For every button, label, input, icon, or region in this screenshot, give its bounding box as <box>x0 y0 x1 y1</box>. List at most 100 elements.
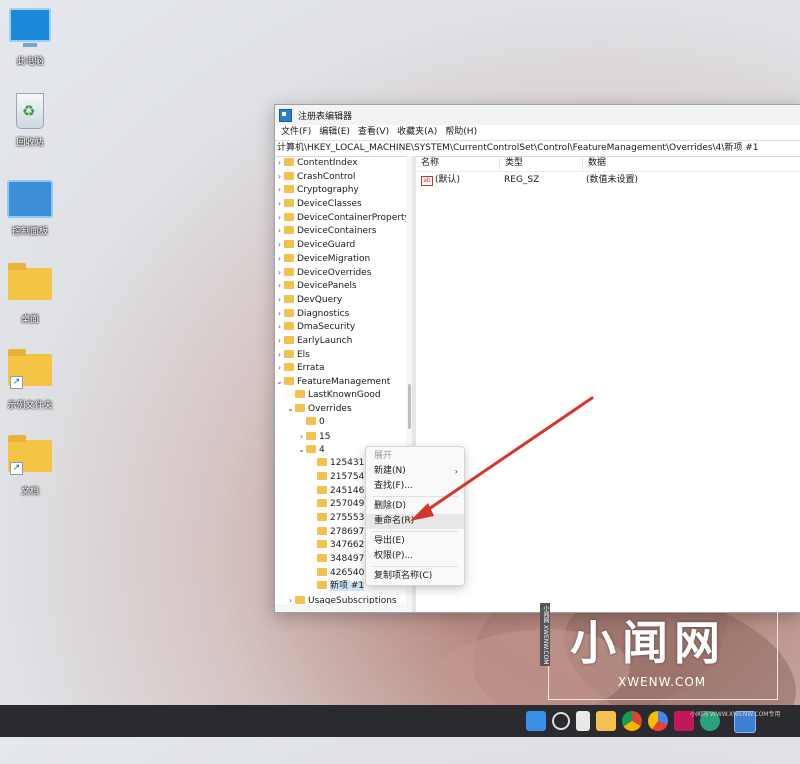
column-header-data[interactable]: 数据 <box>583 156 778 171</box>
menu-separator <box>372 496 458 497</box>
menu-favorites[interactable]: 收藏夹(A) <box>393 125 441 140</box>
recycle-bin-icon <box>16 93 44 129</box>
tree-item[interactable]: › 15 <box>275 430 412 444</box>
context-menu-item[interactable]: 导出(E) <box>366 534 464 549</box>
tree-item[interactable]: › DeviceGuard <box>275 238 412 252</box>
tree-item[interactable]: › DmaSecurity <box>275 320 412 334</box>
tree-horizontal-scrollbar[interactable] <box>275 604 405 612</box>
tree-item-label: 4 <box>319 445 325 456</box>
folder-shortcut-icon: ↗ <box>8 435 52 475</box>
chrome-icon[interactable] <box>622 711 642 731</box>
chevron-right-icon[interactable]: › <box>275 320 284 334</box>
menu-separator <box>372 566 458 567</box>
tree-item-label: 新项 #1 <box>330 581 365 592</box>
desktop-icon-desktop-folder[interactable]: 桌面 <box>2 262 58 325</box>
desktop-icon-label: 文档 <box>20 487 39 497</box>
chevron-down-icon[interactable]: ⌄ <box>286 402 295 416</box>
tree-item[interactable]: › DevicePanels <box>275 279 412 293</box>
desktop-icon-documents[interactable]: ↗ 文档 <box>2 434 58 497</box>
tree-item[interactable]: › DevQuery <box>275 293 412 307</box>
chevron-right-icon[interactable]: › <box>275 252 284 266</box>
tree-item-label: Errata <box>297 363 325 374</box>
taskview-icon[interactable] <box>576 711 590 731</box>
search-icon[interactable] <box>552 712 570 730</box>
tree-item[interactable]: › DeviceOverrides <box>275 266 412 280</box>
context-menu-item[interactable]: 删除(D) <box>366 499 464 514</box>
browser-icon[interactable] <box>648 711 668 731</box>
registry-editor-window: 注册表编辑器 文件(F) 编辑(E) 查看(V) 收藏夹(A) 帮助(H) 计算… <box>274 104 800 613</box>
menu-view[interactable]: 查看(V) <box>354 125 393 140</box>
tree-item[interactable]: ⌄ FeatureManagement <box>275 375 412 389</box>
tree-item[interactable]: ›DeviceContainerPropertyUpda <box>275 211 412 225</box>
tree-item[interactable]: › Diagnostics <box>275 307 412 321</box>
scrollbar-thumb[interactable] <box>408 384 411 429</box>
start-icon[interactable] <box>526 711 546 731</box>
tree-item-label: DevicePanels <box>297 281 357 292</box>
tree-item[interactable]: › ContentIndex <box>275 156 412 170</box>
tree-item[interactable]: › DeviceMigration <box>275 252 412 266</box>
chevron-right-icon[interactable]: › <box>275 156 284 170</box>
chevron-right-icon[interactable]: › <box>297 430 306 444</box>
value-list: 名称 类型 数据 ab (默认) REG_SZ (数值未设置) <box>416 156 800 612</box>
tree-item[interactable]: ⌄ Overrides <box>275 402 412 416</box>
folder-icon <box>317 567 327 576</box>
folder-icon <box>317 512 327 521</box>
context-menu-item[interactable]: 权限(P)... <box>366 549 464 564</box>
tree-item-label: DeviceMigration <box>297 253 371 264</box>
tree-item[interactable]: › EarlyLaunch <box>275 334 412 348</box>
chevron-right-icon: › <box>454 467 458 476</box>
tree-item[interactable]: › Cryptography <box>275 183 412 197</box>
context-menu-item[interactable]: 新建(N) › <box>366 464 464 479</box>
tree-item-label: Overrides <box>308 404 352 415</box>
chevron-right-icon[interactable]: › <box>275 170 284 184</box>
value-row[interactable]: ab (默认) REG_SZ (数值未设置) <box>416 173 800 187</box>
tree-item[interactable]: › CrashControl <box>275 170 412 184</box>
column-header-name[interactable]: 名称 <box>416 156 500 171</box>
desktop-icon-sample-folder[interactable]: ↗ 示例文件夹 <box>2 348 58 411</box>
chevron-right-icon[interactable]: › <box>275 211 284 225</box>
tree-item-label: 347662 <box>330 540 365 551</box>
folder-icon <box>284 171 294 180</box>
desktop-icon-this-pc[interactable]: 此电脑 <box>2 8 58 67</box>
desktop-icon-control-panel[interactable]: 控制面板 <box>2 180 58 237</box>
tree-item[interactable]: › Els <box>275 348 412 362</box>
folder-icon <box>317 581 327 590</box>
watermark-side-text: 小闻网 XWENW.COM <box>540 603 550 667</box>
tree-item-label: ContentIndex <box>297 158 358 168</box>
menu-help[interactable]: 帮助(H) <box>441 125 481 140</box>
chevron-right-icon[interactable]: › <box>275 348 284 362</box>
menu-file[interactable]: 文件(F) <box>277 125 315 140</box>
folder-icon <box>284 212 294 221</box>
chevron-right-icon[interactable]: › <box>275 224 284 238</box>
context-menu-item[interactable]: 复制项名称(C) <box>366 569 464 584</box>
tree-item[interactable]: › DeviceClasses <box>275 197 412 211</box>
tree-item[interactable]: LastKnownGood <box>275 389 412 403</box>
title-bar[interactable]: 注册表编辑器 <box>275 105 800 125</box>
folder-icon <box>306 417 316 426</box>
chevron-right-icon[interactable]: › <box>275 361 284 375</box>
chevron-right-icon[interactable]: › <box>275 266 284 280</box>
chevron-right-icon[interactable]: › <box>275 197 284 211</box>
column-header-type[interactable]: 类型 <box>500 156 583 171</box>
tree-item[interactable]: 0 <box>275 416 412 430</box>
tree-item[interactable]: › Errata <box>275 361 412 375</box>
address-bar[interactable]: 计算机\HKEY_LOCAL_MACHINE\SYSTEM\CurrentCon… <box>275 140 800 157</box>
context-menu-item[interactable]: 重命名(R) <box>366 514 464 529</box>
chevron-right-icon[interactable]: › <box>275 307 284 321</box>
desktop-icon-recycle-bin[interactable]: 回收站 <box>2 93 58 148</box>
chevron-right-icon[interactable]: › <box>275 334 284 348</box>
folder-icon <box>284 267 294 276</box>
chevron-right-icon[interactable]: › <box>275 238 284 252</box>
tree-item[interactable]: › DeviceContainers <box>275 224 412 238</box>
menu-edit[interactable]: 编辑(E) <box>315 125 354 140</box>
chevron-right-icon[interactable]: › <box>275 279 284 293</box>
chevron-right-icon[interactable]: › <box>275 183 284 197</box>
tree-item-label: 0 <box>319 417 325 428</box>
context-menu-item[interactable]: 查找(F)... <box>366 479 464 494</box>
tree-item-label: 125431 <box>330 458 365 469</box>
chevron-right-icon[interactable]: › <box>275 293 284 307</box>
chevron-down-icon[interactable]: ⌄ <box>275 375 284 389</box>
chevron-down-icon[interactable]: ⌄ <box>297 443 306 457</box>
list-header: 名称 类型 数据 <box>416 156 800 172</box>
explorer-icon[interactable] <box>596 711 616 731</box>
